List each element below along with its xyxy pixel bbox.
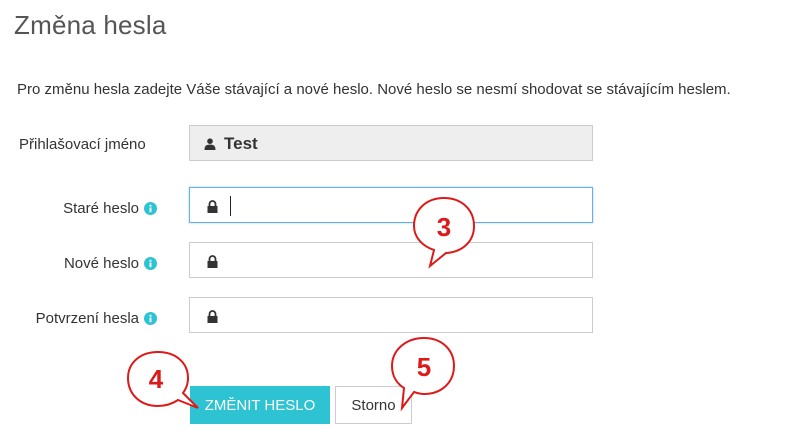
info-icon[interactable] [144,256,157,270]
confirm-password-input[interactable] [189,297,593,333]
callout-3: 3 [412,196,476,269]
old-password-label-text: Staré heslo [63,199,139,217]
info-icon[interactable] [144,201,157,215]
lock-icon [207,255,218,268]
old-password-input[interactable] [189,187,593,223]
page-title: Změna hesla [14,10,167,40]
lock-icon [207,310,218,323]
intro-text: Pro změnu hesla zadejte Váše stávající a… [17,81,731,98]
callout-4-number: 4 [149,364,164,394]
login-value: Test [224,134,258,153]
login-label: Přihlašovací jméno [19,135,146,153]
new-password-label: Nové heslo [20,254,157,272]
new-password-input[interactable] [189,242,593,278]
login-label-text: Přihlašovací jméno [19,135,146,153]
change-password-page: Změna hesla Pro změnu hesla zadejte Váše… [0,0,804,440]
confirm-password-label: Potvrzení hesla [20,309,157,327]
change-password-button[interactable]: ZMĚNIT HESLO [190,386,330,424]
text-caret [230,196,231,216]
callout-3-number: 3 [437,212,451,242]
user-icon [204,138,216,150]
callout-5: 5 [390,336,456,412]
old-password-label: Staré heslo [20,199,157,217]
new-password-label-text: Nové heslo [63,254,139,272]
info-icon[interactable] [144,311,157,325]
lock-icon [207,200,218,213]
callout-4: 4 [126,350,199,409]
login-field: Test [189,125,593,161]
callout-5-number: 5 [417,352,431,382]
confirm-password-label-text: Potvrzení hesla [35,309,139,327]
